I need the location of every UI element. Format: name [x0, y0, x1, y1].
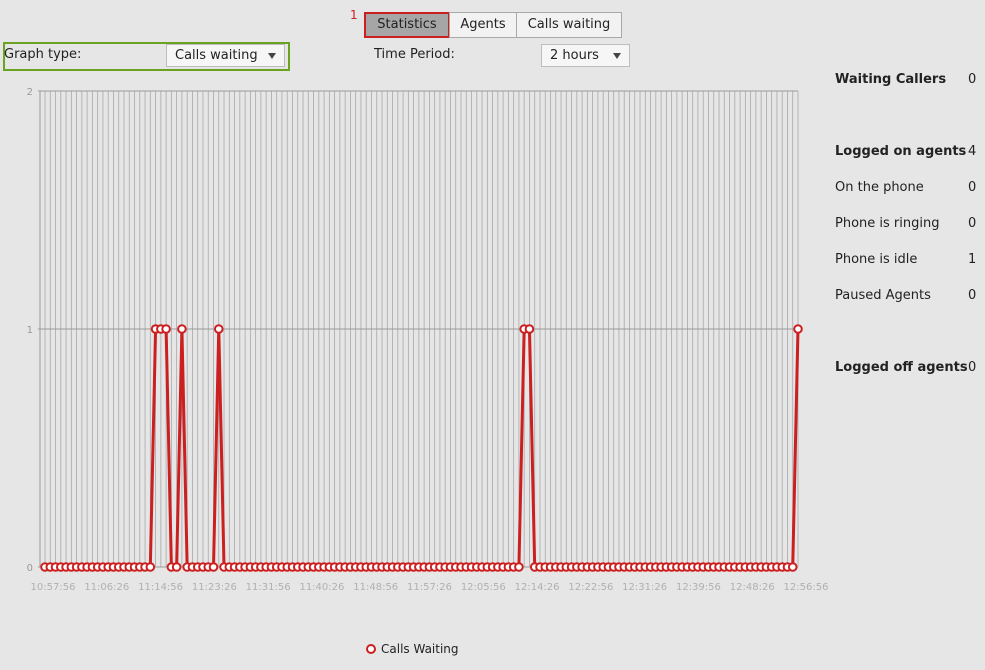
x-tick-label: 11:48:56 — [353, 582, 398, 593]
graph-type-select[interactable]: Calls waiting — [166, 44, 285, 67]
y-tick-label: 0 — [27, 563, 33, 574]
time-period-label: Time Period: — [374, 47, 455, 62]
annotation-marker: 1 — [350, 8, 358, 22]
x-tick-label: 12:31:26 — [622, 582, 667, 593]
graph-type-label: Graph type: — [4, 47, 82, 62]
stat-value: 1 — [968, 252, 977, 267]
stat-label: Logged off agents — [835, 360, 968, 375]
stat-label: Phone is idle — [835, 252, 918, 267]
x-tick-label: 10:57:56 — [31, 582, 76, 593]
stat-value: 0 — [968, 180, 977, 195]
stat-label: On the phone — [835, 180, 924, 195]
series-line-calls-waiting — [45, 327, 800, 569]
view-tabs: Statistics Agents Calls waiting — [364, 12, 622, 38]
data-point — [793, 324, 803, 334]
data-point — [787, 562, 798, 572]
stat-value: 0 — [968, 216, 977, 231]
stat-value: 4 — [968, 144, 977, 159]
legend-marker-icon — [366, 644, 376, 654]
x-tick-label: 11:06:26 — [84, 582, 129, 593]
y-tick-label: 2 — [27, 87, 33, 98]
chart-legend: Calls Waiting — [366, 642, 459, 656]
data-point — [514, 562, 524, 572]
chevron-down-icon — [613, 53, 621, 59]
x-tick-label: 11:40:26 — [299, 582, 344, 593]
x-tick-label: 11:57:26 — [407, 582, 452, 593]
y-tick-label: 1 — [27, 325, 33, 336]
tab-calls-waiting[interactable]: Calls waiting — [516, 12, 622, 38]
chevron-down-icon — [268, 53, 276, 59]
time-period-select[interactable]: 2 hours — [541, 44, 630, 67]
x-tick-label: 12:05:56 — [461, 582, 506, 593]
stat-value: 0 — [968, 288, 977, 303]
x-tick-label: 12:14:26 — [515, 582, 560, 593]
data-point — [177, 324, 187, 334]
x-tick-label: 11:23:26 — [192, 582, 237, 593]
legend-label: Calls Waiting — [381, 642, 459, 656]
data-point — [213, 324, 224, 334]
stat-label: Waiting Callers — [835, 72, 947, 87]
x-tick-label: 12:48:26 — [730, 582, 775, 593]
x-tick-label: 12:22:56 — [568, 582, 613, 593]
time-period-value: 2 hours — [550, 48, 599, 63]
tab-agents[interactable]: Agents — [449, 12, 517, 38]
stat-label: Phone is ringing — [835, 216, 940, 231]
data-point — [145, 562, 156, 572]
x-tick-label: 11:14:56 — [138, 582, 183, 593]
tab-statistics[interactable]: Statistics — [364, 12, 450, 38]
data-point — [161, 324, 171, 334]
stat-value: 0 — [968, 72, 977, 87]
data-point — [208, 562, 219, 572]
calls-waiting-chart: 0 1 2 10:57:56 11:06:26 11:14:56 11:23:26 11:31… — [27, 87, 829, 593]
data-point — [524, 324, 535, 334]
graph-type-value: Calls waiting — [175, 48, 258, 63]
stat-label: Paused Agents — [835, 288, 931, 303]
x-tick-label: 11:31:56 — [246, 582, 291, 593]
stat-value: 0 — [968, 360, 977, 375]
stat-label: Logged on agents — [835, 144, 967, 159]
data-point — [171, 562, 182, 572]
x-tick-label: 12:56:56 — [784, 582, 829, 593]
x-tick-label: 12:39:56 — [676, 582, 721, 593]
